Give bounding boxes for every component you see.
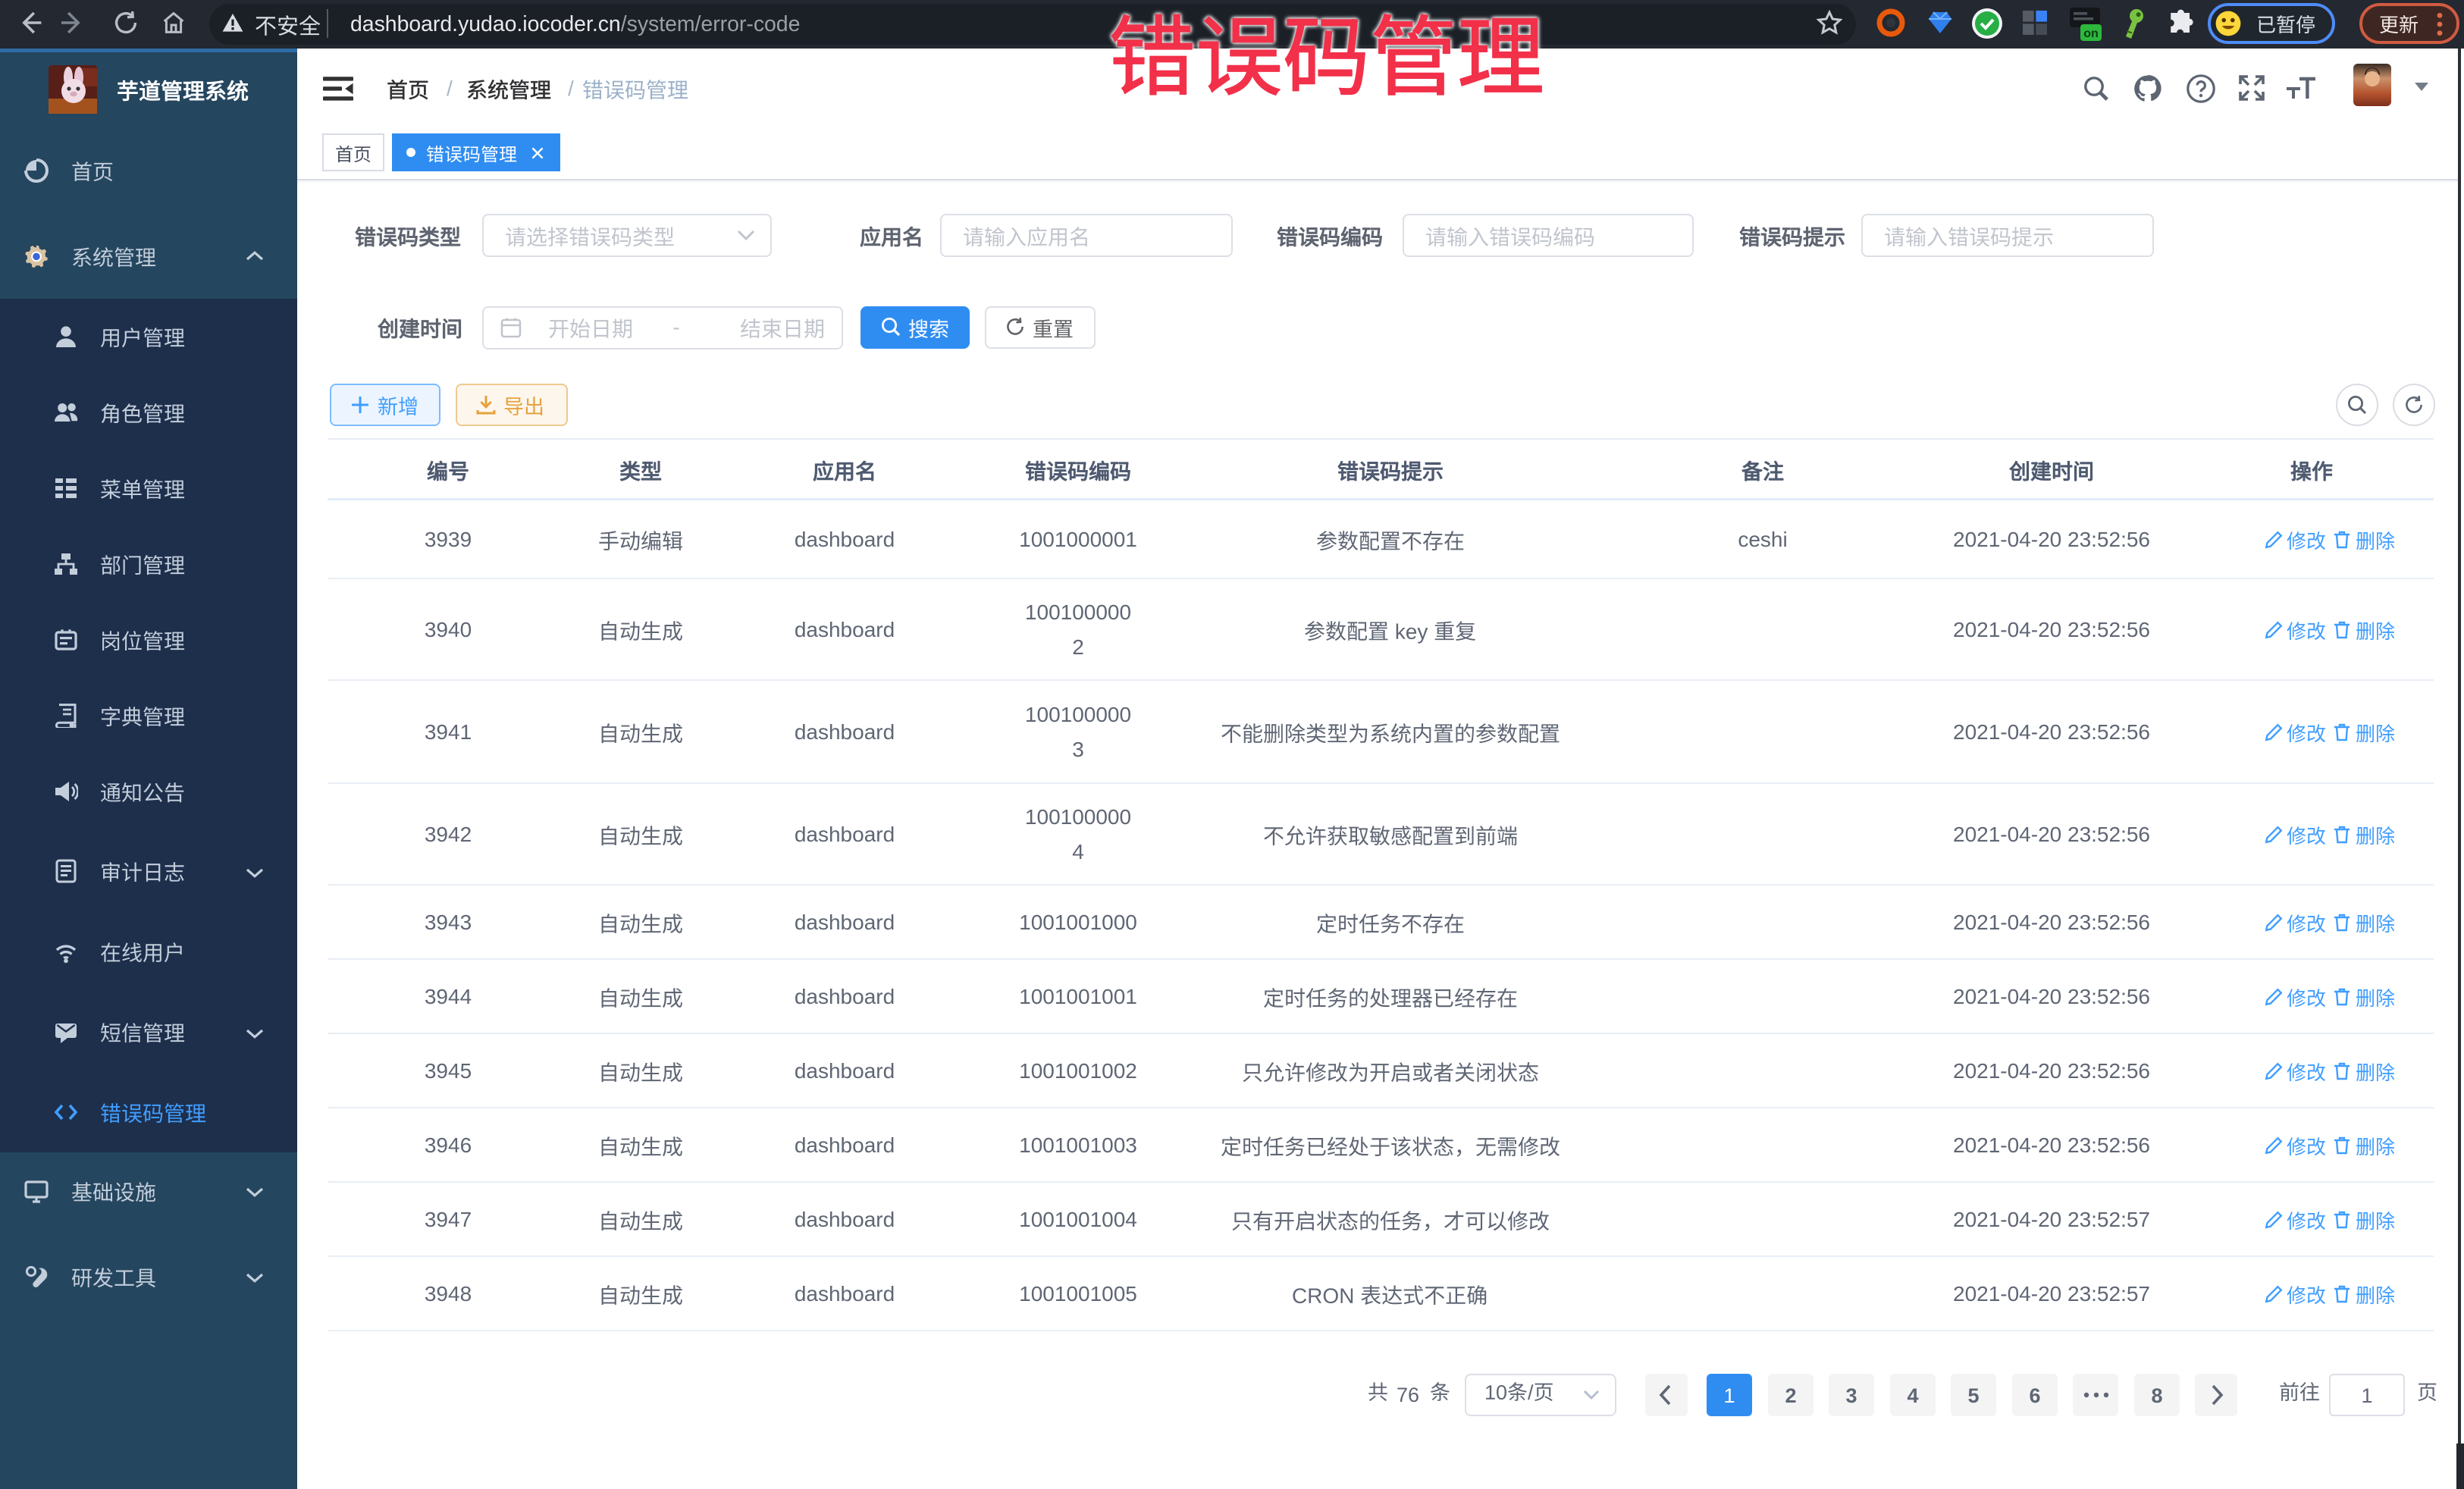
svg-text:on: on [2083, 27, 2099, 40]
